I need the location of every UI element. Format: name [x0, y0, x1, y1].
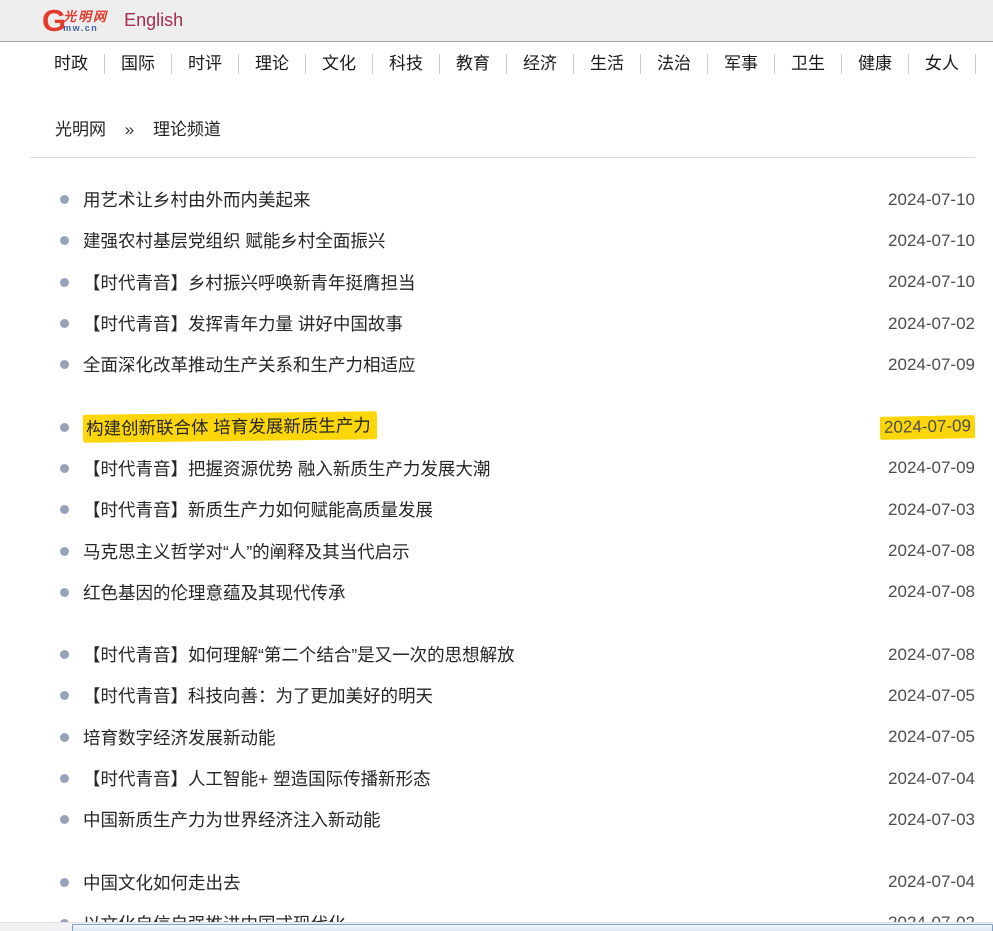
article-list: 用艺术让乡村由外而内美起来2024-07-10建强农村基层党组织 赋能乡村全面振…	[30, 179, 975, 931]
article-date: 2024-07-09	[888, 458, 975, 478]
horizontal-scrollbar[interactable]	[0, 922, 993, 931]
list-item: 【时代青音】新质生产力如何赋能高质量发展 2024-07-03	[30, 489, 975, 530]
nav-item[interactable]: 国际	[105, 54, 172, 74]
bullet-icon	[60, 505, 69, 514]
english-link[interactable]: English	[124, 10, 183, 31]
nav-item[interactable]: 理论	[239, 54, 306, 74]
article-link[interactable]: 全面深化改革推动生产关系和生产力相适应	[83, 352, 416, 377]
list-item: 【时代青音】科技向善：为了更加美好的明天 2024-07-05	[30, 675, 975, 716]
article-date: 2024-07-10	[888, 272, 975, 292]
article-date: 2024-07-08	[888, 645, 975, 665]
article-link[interactable]: 培育数字经济发展新动能	[83, 725, 276, 750]
article-date: 2024-07-05	[888, 727, 975, 747]
nav-item[interactable]: 时政	[38, 54, 105, 74]
list-item: 全面深化改革推动生产关系和生产力相适应 2024-07-09	[30, 344, 975, 385]
list-item: 【时代青音】乡村振兴呼唤新青年挺膺担当 2024-07-10	[30, 262, 975, 303]
list-item: 【时代青音】如何理解“第二个结合”是又一次的思想解放 2024-07-08	[30, 634, 975, 675]
article-date: 2024-07-08	[888, 541, 975, 561]
article-group: 构建创新联合体 培育发展新质生产力2024-07-09【时代青音】把握资源优势 …	[30, 406, 975, 612]
top-header: G 光明网 mw.cn English	[0, 0, 993, 42]
article-link[interactable]: 中国新质生产力为世界经济注入新动能	[83, 807, 381, 832]
article-date: 2024-07-03	[888, 500, 975, 520]
bullet-icon	[60, 588, 69, 597]
list-item: 构建创新联合体 培育发展新质生产力 2024-07-09	[30, 406, 975, 447]
nav-item[interactable]: 法治	[641, 54, 708, 74]
nav-list: 时政国际时评理论文化科技教育经济生活法治军事卫生健康女人	[38, 42, 993, 85]
bullet-icon	[60, 423, 69, 432]
list-item: 中国新质生产力为世界经济注入新动能 2024-07-03	[30, 799, 975, 840]
breadcrumb-separator-icon: »	[125, 120, 134, 139]
bullet-icon	[60, 815, 69, 824]
nav-item[interactable]: 时评	[172, 54, 239, 74]
list-item: 建强农村基层党组织 赋能乡村全面振兴 2024-07-10	[30, 220, 975, 261]
list-item: 【时代青音】发挥青年力量 讲好中国故事 2024-07-02	[30, 303, 975, 344]
article-date: 2024-07-09	[888, 355, 975, 375]
article-link[interactable]: 用艺术让乡村由外而内美起来	[83, 187, 311, 212]
bullet-icon	[60, 464, 69, 473]
page: G 光明网 mw.cn English 时政国际时评理论文化科技教育经济生活法治…	[0, 0, 993, 931]
list-item: 用艺术让乡村由外而内美起来 2024-07-10	[30, 179, 975, 220]
article-date: 2024-07-08	[888, 582, 975, 602]
nav-item[interactable]: 教育	[440, 54, 507, 74]
bullet-icon	[60, 278, 69, 287]
article-date: 2024-07-04	[888, 769, 975, 789]
nav-item[interactable]: 科技	[373, 54, 440, 74]
gmw-logo[interactable]: G 光明网 mw.cn	[42, 5, 108, 36]
bullet-icon	[60, 319, 69, 328]
divider	[30, 157, 975, 158]
article-date: 2024-07-02	[888, 314, 975, 334]
bullet-icon	[60, 691, 69, 700]
list-item: 中国文化如何走出去 2024-07-04	[30, 861, 975, 902]
breadcrumb-site[interactable]: 光明网	[55, 120, 106, 139]
list-item: 马克思主义哲学对“人”的阐释及其当代启示 2024-07-08	[30, 530, 975, 571]
article-link[interactable]: 建强农村基层党组织 赋能乡村全面振兴	[83, 228, 385, 253]
bullet-icon	[60, 878, 69, 887]
nav-item[interactable]: 卫生	[775, 54, 842, 74]
article-date: 2024-07-09	[880, 415, 975, 440]
breadcrumb-channel[interactable]: 理论频道	[153, 120, 221, 139]
article-group: 用艺术让乡村由外而内美起来2024-07-10建强农村基层党组织 赋能乡村全面振…	[30, 179, 975, 385]
nav-item[interactable]: 经济	[507, 54, 574, 74]
article-link[interactable]: 【时代青音】新质生产力如何赋能高质量发展	[83, 497, 433, 522]
article-date: 2024-07-10	[888, 190, 975, 210]
article-link[interactable]: 红色基因的伦理意蕴及其现代传承	[83, 580, 346, 605]
article-link-highlighted[interactable]: 构建创新联合体 培育发展新质生产力	[83, 411, 377, 443]
nav-item[interactable]: 文化	[306, 54, 373, 74]
article-group: 【时代青音】如何理解“第二个结合”是又一次的思想解放2024-07-08【时代青…	[30, 634, 975, 840]
horizontal-scrollbar-thumb[interactable]	[72, 924, 993, 931]
article-link[interactable]: 【时代青音】乡村振兴呼唤新青年挺膺担当	[83, 270, 416, 295]
bullet-icon	[60, 733, 69, 742]
article-link[interactable]: 【时代青音】发挥青年力量 讲好中国故事	[83, 311, 403, 336]
nav-item[interactable]: 女人	[909, 54, 976, 74]
main-nav: 时政国际时评理论文化科技教育经济生活法治军事卫生健康女人	[0, 42, 993, 85]
content-area: 光明网 » 理论频道 用艺术让乡村由外而内美起来2024-07-10建强农村基层…	[30, 115, 975, 931]
bullet-icon	[60, 195, 69, 204]
article-link[interactable]: 中国文化如何走出去	[83, 870, 241, 895]
article-date: 2024-07-05	[888, 686, 975, 706]
article-link[interactable]: 马克思主义哲学对“人”的阐释及其当代启示	[83, 539, 410, 564]
article-date: 2024-07-10	[888, 231, 975, 251]
logo-domain: mw.cn	[63, 24, 108, 33]
breadcrumb: 光明网 » 理论频道	[55, 115, 975, 140]
bullet-icon	[60, 547, 69, 556]
article-group: 中国文化如何走出去2024-07-04以文化自信自强推进中国式现代化2024-0…	[30, 861, 975, 931]
bullet-icon	[60, 650, 69, 659]
nav-item[interactable]: 健康	[842, 54, 909, 74]
nav-item[interactable]: 军事	[708, 54, 775, 74]
list-item: 【时代青音】把握资源优势 融入新质生产力发展大潮 2024-07-09	[30, 448, 975, 489]
article-link[interactable]: 【时代青音】科技向善：为了更加美好的明天	[83, 683, 433, 708]
list-item: 培育数字经济发展新动能 2024-07-05	[30, 717, 975, 758]
logo-text-stack: 光明网 mw.cn	[63, 10, 108, 32]
list-item: 红色基因的伦理意蕴及其现代传承 2024-07-08	[30, 572, 975, 613]
nav-item[interactable]: 生活	[574, 54, 641, 74]
article-date: 2024-07-03	[888, 810, 975, 830]
bullet-icon	[60, 236, 69, 245]
article-link[interactable]: 【时代青音】如何理解“第二个结合”是又一次的思想解放	[83, 642, 515, 667]
article-link[interactable]: 【时代青音】人工智能+ 塑造国际传播新形态	[83, 766, 431, 791]
article-link[interactable]: 【时代青音】把握资源优势 融入新质生产力发展大潮	[83, 456, 490, 481]
article-date: 2024-07-04	[888, 872, 975, 892]
list-item: 【时代青音】人工智能+ 塑造国际传播新形态 2024-07-04	[30, 758, 975, 799]
bullet-icon	[60, 774, 69, 783]
bullet-icon	[60, 360, 69, 369]
